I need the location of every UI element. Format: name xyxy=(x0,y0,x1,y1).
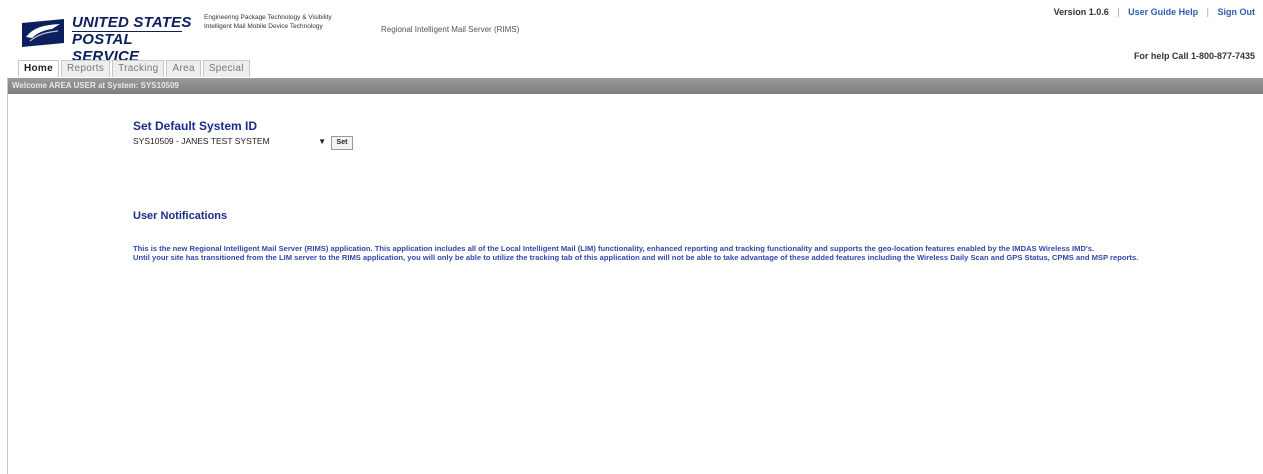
header-subtitle-1: Engineering Package Technology & Visibil… xyxy=(204,14,332,21)
brand-line-1: UNITED STATES xyxy=(72,14,192,31)
system-id-select[interactable]: SYS10509 - JANES TEST SYSTEM ▼ xyxy=(133,135,329,148)
notification-paragraph: This is the new Regional Intelligent Mai… xyxy=(133,244,1095,253)
set-default-system-title: Set Default System ID xyxy=(133,119,258,133)
version-label: Version 1.0.6 xyxy=(1053,7,1109,17)
welcome-banner: Welcome AREA USER at System: SYS10509 xyxy=(8,78,1263,94)
sign-out-link[interactable]: Sign Out xyxy=(1218,7,1256,17)
page-header: UNITED STATES POSTAL SERVICE Engineering… xyxy=(0,0,1263,78)
tab-tracking[interactable]: Tracking xyxy=(112,60,165,77)
user-guide-help-link[interactable]: User Guide Help xyxy=(1128,7,1198,17)
usps-eagle-icon xyxy=(22,19,64,47)
system-id-selected-value: SYS10509 - JANES TEST SYSTEM xyxy=(133,136,270,146)
app-name: Regional Intelligent Mail Server (RIMS) xyxy=(381,25,520,34)
set-button[interactable]: Set xyxy=(331,136,353,150)
tab-reports[interactable]: Reports xyxy=(60,60,111,77)
help-phone-line: For help Call 1-800-877-7435 xyxy=(1133,51,1255,61)
dropdown-arrow-icon[interactable]: ▼ xyxy=(318,135,326,148)
separator: | xyxy=(1206,7,1209,17)
usps-logo[interactable]: UNITED STATES POSTAL SERVICE xyxy=(22,12,198,65)
header-utility-links: Version 1.0.6 | User Guide Help | Sign O… xyxy=(1054,7,1255,17)
tab-home[interactable]: Home xyxy=(18,60,59,77)
notifications-body: This is the new Regional Intelligent Mai… xyxy=(133,244,1248,262)
separator: | xyxy=(1117,7,1120,17)
user-notifications-title: User Notifications xyxy=(133,210,228,222)
main-tabs: Home Reports Tracking Area Special xyxy=(18,60,252,78)
notification-paragraph: Until your site has transitioned from th… xyxy=(133,253,1139,262)
header-subtitle-2: Intelligent Mail Mobile Device Technolog… xyxy=(204,23,323,30)
tab-special[interactable]: Special xyxy=(202,60,250,77)
tab-area[interactable]: Area xyxy=(166,60,201,77)
